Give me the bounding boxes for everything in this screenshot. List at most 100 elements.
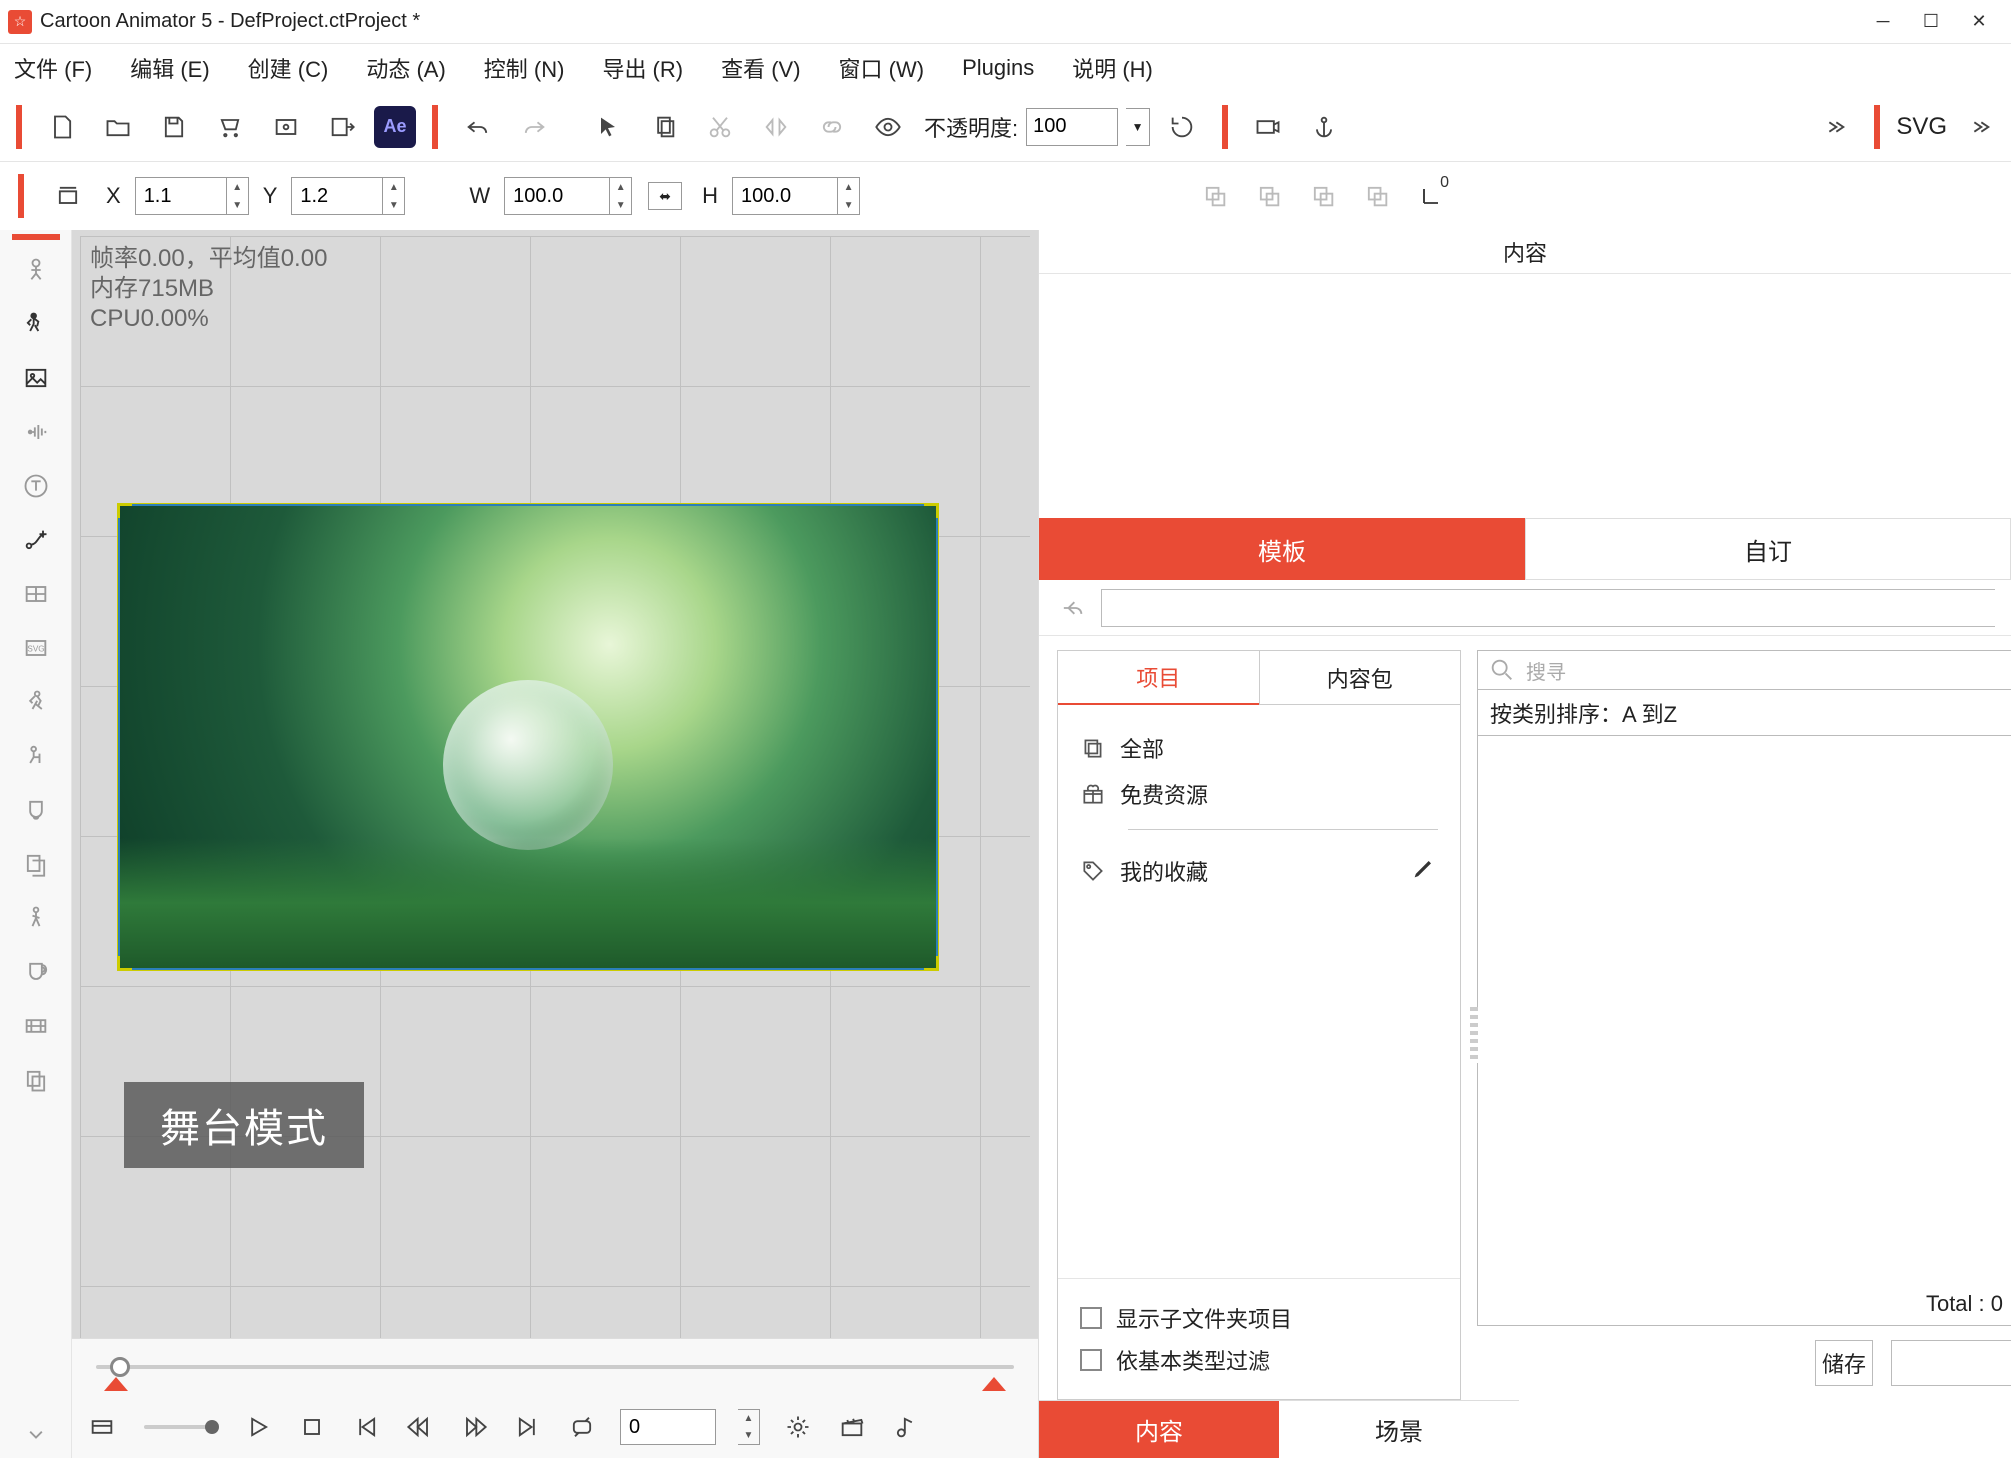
sort-dropdown[interactable]: 按类别排序：A 到Z	[1477, 690, 2011, 736]
subtab-project[interactable]: 项目	[1058, 651, 1259, 705]
tree-item-free[interactable]: 免费资源	[1080, 771, 1438, 817]
align-front-icon[interactable]	[1193, 174, 1237, 218]
rotate-icon[interactable]	[1158, 103, 1206, 151]
tree-item-all[interactable]: 全部	[1080, 725, 1438, 771]
subtab-pack[interactable]: 内容包	[1259, 651, 1461, 705]
timeline-track[interactable]	[96, 1365, 1014, 1369]
menu-file[interactable]: 文件 (F)	[10, 46, 96, 90]
check-show-subfolder[interactable]: 显示子文件夹项目	[1080, 1297, 1438, 1339]
menu-help[interactable]: 说明 (H)	[1068, 46, 1157, 90]
opacity-input[interactable]	[1026, 108, 1118, 146]
tree-item-favorite[interactable]: 我的收藏	[1080, 848, 1438, 894]
timeline-thumb[interactable]	[110, 1357, 130, 1377]
export-icon[interactable]	[318, 103, 366, 151]
timeline-end-marker[interactable]	[982, 1377, 1006, 1391]
open-file-icon[interactable]	[94, 103, 142, 151]
redo-icon[interactable]	[510, 103, 558, 151]
opacity-dropdown-icon[interactable]: ▼	[1126, 108, 1150, 146]
actor2-icon[interactable]	[12, 300, 60, 348]
actor1-icon[interactable]	[12, 246, 60, 294]
close-button[interactable]: ✕	[1955, 6, 2003, 38]
origin-icon[interactable]: 0	[1409, 174, 1453, 218]
y-input[interactable]	[291, 177, 383, 215]
camera-icon[interactable]	[1244, 103, 1292, 151]
stop-icon[interactable]	[296, 1411, 328, 1443]
menu-view[interactable]: 查看 (V)	[717, 46, 804, 90]
cut-icon[interactable]	[696, 103, 744, 151]
next-frame-icon[interactable]	[458, 1411, 490, 1443]
menu-window[interactable]: 窗口 (W)	[835, 46, 929, 90]
save-icon[interactable]	[150, 103, 198, 151]
text-icon[interactable]	[12, 462, 60, 510]
tab-template[interactable]: 模板	[1039, 518, 1525, 580]
lock-aspect-icon[interactable]: ⬌	[648, 182, 682, 210]
go-start-icon[interactable]	[350, 1411, 382, 1443]
run-icon[interactable]	[12, 678, 60, 726]
after-effects-icon[interactable]: Ae	[374, 106, 416, 148]
bottom-tab-content[interactable]: 内容	[1039, 1400, 1279, 1458]
menu-export[interactable]: 导出 (R)	[598, 46, 687, 90]
resize-grip[interactable]	[1470, 1007, 1478, 1063]
eye-icon[interactable]	[864, 103, 912, 151]
speed-slider[interactable]	[144, 1425, 216, 1429]
play-icon[interactable]	[242, 1411, 274, 1443]
edit-icon[interactable]	[1410, 854, 1438, 888]
timeline-start-marker[interactable]	[104, 1377, 128, 1391]
new-file-icon[interactable]	[38, 103, 86, 151]
image-icon[interactable]	[12, 354, 60, 402]
layers-icon[interactable]	[12, 840, 60, 888]
toggle-panel-icon[interactable]	[86, 1411, 118, 1443]
menu-edit[interactable]: 编辑 (E)	[126, 46, 213, 90]
duplicate-icon[interactable]	[12, 1056, 60, 1104]
grid-icon[interactable]	[12, 570, 60, 618]
selected-image[interactable]	[118, 504, 938, 970]
y-spinner[interactable]: ▲▼	[383, 177, 405, 215]
audio-icon[interactable]	[12, 408, 60, 456]
copy-icon[interactable]	[640, 103, 688, 151]
bottom-tab-scene[interactable]: 场景	[1279, 1400, 1519, 1458]
timeline-tool-icon[interactable]	[12, 1002, 60, 1050]
sit-icon[interactable]	[12, 732, 60, 780]
minimize-button[interactable]: ─	[1859, 6, 1907, 38]
svg-label[interactable]: SVG	[1896, 113, 1947, 141]
chevron-down-icon[interactable]	[12, 1410, 60, 1458]
save-secondary-button[interactable]	[1891, 1340, 2011, 1386]
more-2-icon[interactable]	[1955, 103, 2003, 151]
align-forward-icon[interactable]	[1247, 174, 1291, 218]
stage[interactable]: 帧率0.00，平均值0.00 内存715MB CPU0.00% 舞台模式	[80, 236, 1030, 1338]
go-end-icon[interactable]	[512, 1411, 544, 1443]
tab-custom[interactable]: 自订	[1525, 518, 2011, 580]
align-backward-icon[interactable]	[1301, 174, 1345, 218]
frame-input[interactable]	[620, 1409, 716, 1445]
undo-icon[interactable]	[454, 103, 502, 151]
cart-icon[interactable]	[206, 103, 254, 151]
talk-icon[interactable]	[12, 948, 60, 996]
bounds-icon[interactable]	[44, 172, 92, 220]
save-button[interactable]: 储存	[1815, 1340, 1873, 1386]
clapper-icon[interactable]	[836, 1411, 868, 1443]
w-spinner[interactable]: ▲▼	[610, 177, 632, 215]
face-icon[interactable]	[12, 786, 60, 834]
music-icon[interactable]	[890, 1411, 922, 1443]
menu-create[interactable]: 创建 (C)	[244, 46, 333, 90]
preview-icon[interactable]	[262, 103, 310, 151]
more-icon[interactable]	[1810, 103, 1858, 151]
content-list[interactable]: Total : 0	[1477, 736, 2011, 1326]
h-input[interactable]	[732, 177, 838, 215]
align-back-icon[interactable]	[1355, 174, 1399, 218]
back-icon[interactable]	[1055, 591, 1089, 625]
x-spinner[interactable]: ▲▼	[227, 177, 249, 215]
loop-icon[interactable]	[566, 1411, 598, 1443]
walk-icon[interactable]	[12, 894, 60, 942]
prev-frame-icon[interactable]	[404, 1411, 436, 1443]
maximize-button[interactable]: ☐	[1907, 6, 1955, 38]
content-search-input[interactable]: 搜寻	[1477, 650, 2011, 690]
flip-h-icon[interactable]	[752, 103, 800, 151]
menu-plugins[interactable]: Plugins	[958, 49, 1038, 87]
path-input[interactable]	[1101, 589, 1995, 627]
anchor-icon[interactable]	[1300, 103, 1348, 151]
path-icon[interactable]	[12, 516, 60, 564]
menu-control[interactable]: 控制 (N)	[480, 46, 569, 90]
link-icon[interactable]	[808, 103, 856, 151]
settings-icon[interactable]	[782, 1411, 814, 1443]
